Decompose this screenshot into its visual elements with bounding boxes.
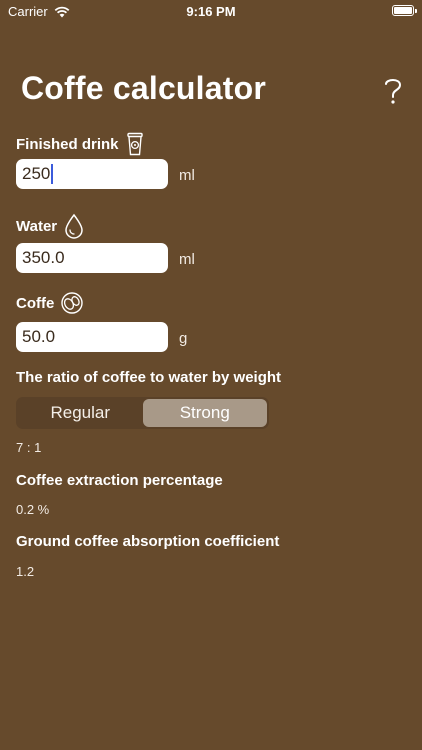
- status-bar: Carrier 9:16 PM: [0, 0, 422, 22]
- coffee-bean-icon: [61, 292, 84, 314]
- coffee-text: Coffe: [16, 294, 55, 312]
- text-caret: [51, 164, 54, 184]
- absorption-label: Ground coffee absorption coefficient: [16, 533, 279, 550]
- finished-drink-text: Finished drink: [16, 135, 119, 153]
- water-label: Water: [16, 213, 85, 239]
- coffee-unit: g: [179, 330, 188, 347]
- water-value: 350.0: [22, 248, 65, 267]
- finished-drink-unit: ml: [179, 167, 195, 184]
- absorption-value: 1.2: [16, 564, 35, 579]
- water-input[interactable]: 350.0: [16, 243, 168, 273]
- segment-regular[interactable]: Regular: [18, 399, 143, 427]
- coffee-cup-icon: [126, 132, 143, 156]
- extraction-value: 0.2 %: [16, 502, 50, 517]
- coffee-label: Coffe: [16, 291, 84, 315]
- coffee-input[interactable]: 50.0: [16, 322, 168, 352]
- finished-drink-input[interactable]: 250: [16, 159, 168, 189]
- segment-strong[interactable]: Strong: [142, 399, 267, 427]
- extraction-text: Coffee extraction percentage: [16, 472, 223, 489]
- water-unit: ml: [179, 251, 195, 268]
- coffee-value: 50.0: [22, 327, 56, 346]
- clock: 9:16 PM: [186, 4, 236, 19]
- water-text: Water: [16, 217, 58, 235]
- ratio-text: The ratio of coffee to water by weight: [16, 369, 282, 386]
- battery-icon: [392, 5, 417, 16]
- ratio-value: 7 : 1: [16, 440, 42, 455]
- question-mark-icon: [385, 79, 402, 104]
- ratio-label: The ratio of coffee to water by weight: [16, 369, 281, 386]
- extraction-label: Coffee extraction percentage: [16, 472, 223, 489]
- absorption-text: Ground coffee absorption coefficient: [16, 533, 280, 550]
- ratio-segmented-control[interactable]: Regular Strong: [16, 397, 269, 429]
- finished-drink-value: 250: [22, 164, 51, 183]
- finished-drink-label: Finished drink: [16, 132, 145, 156]
- help-button[interactable]: [381, 76, 405, 106]
- page-title: Coffe calculator: [21, 70, 267, 106]
- water-drop-icon: [65, 213, 83, 239]
